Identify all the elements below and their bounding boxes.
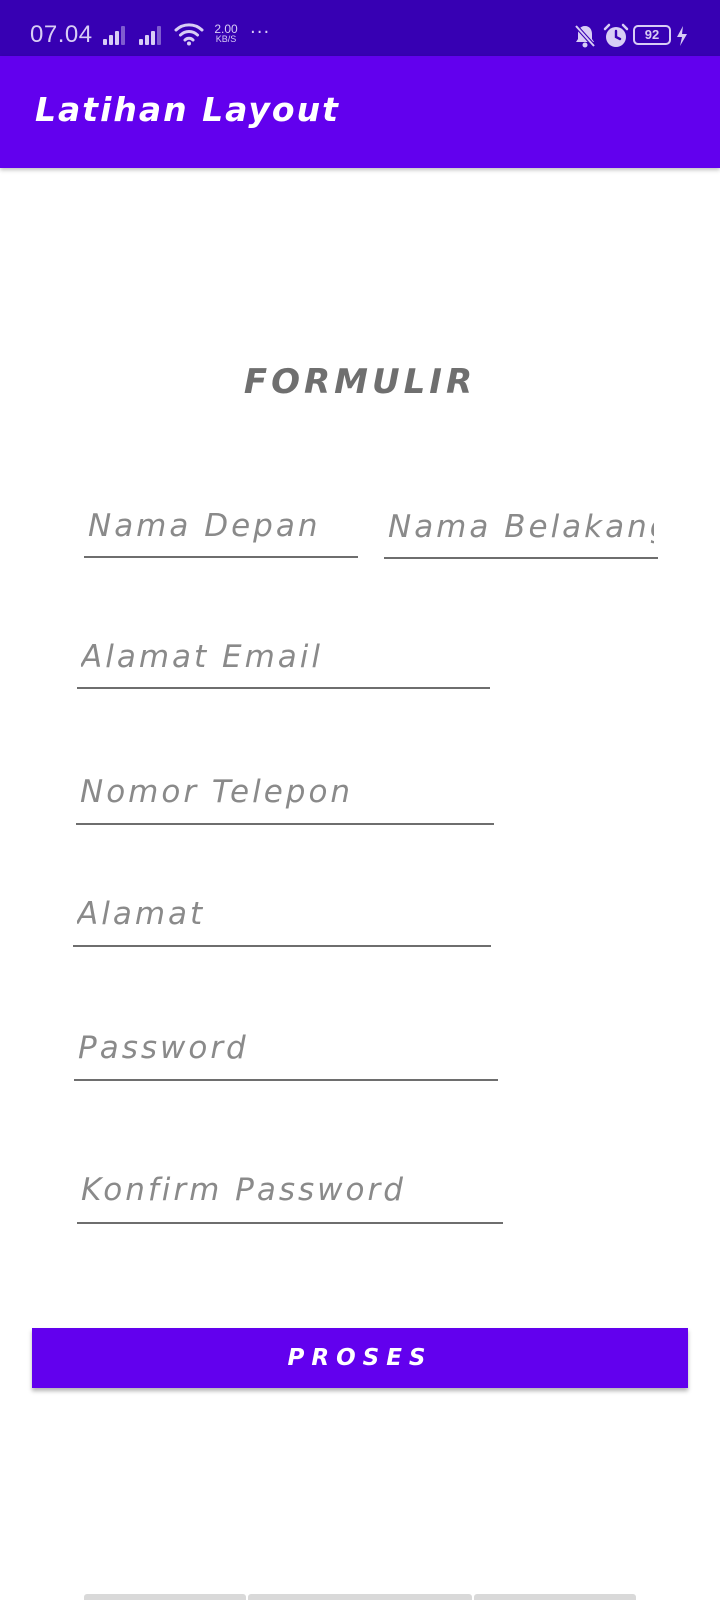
battery-icon: 92 [633,25,671,45]
more-notifications-icon: ··· [250,22,271,43]
signal-icon [139,25,165,45]
network-speed-value: 2.00 [214,22,238,36]
wifi-icon [174,23,204,46]
status-time: 07.04 [30,21,93,48]
charging-icon [677,26,687,46]
network-speed: 2.00 KB/S [210,22,242,44]
email-input[interactable] [77,634,490,689]
address-input[interactable] [73,890,491,947]
phone-input[interactable] [76,768,494,825]
alarm-icon [603,23,629,47]
first-name-input[interactable] [84,504,358,558]
bell-off-icon [574,24,596,48]
navigation-handle[interactable] [474,1594,636,1600]
form-title: FORMULIR [243,362,477,402]
password-input[interactable] [74,1024,498,1081]
app-title: Latihan Layout [35,90,340,129]
last-name-input[interactable] [384,504,658,559]
navigation-handle[interactable] [248,1594,472,1600]
app-bar: Latihan Layout [0,56,720,168]
status-bar: 07.04 2.00 KB/S ··· 92 [0,0,720,56]
signal-icon [103,25,129,45]
proses-button[interactable]: PROSES [32,1328,688,1388]
navigation-handle[interactable] [84,1594,246,1600]
confirm-password-input[interactable] [77,1166,503,1224]
